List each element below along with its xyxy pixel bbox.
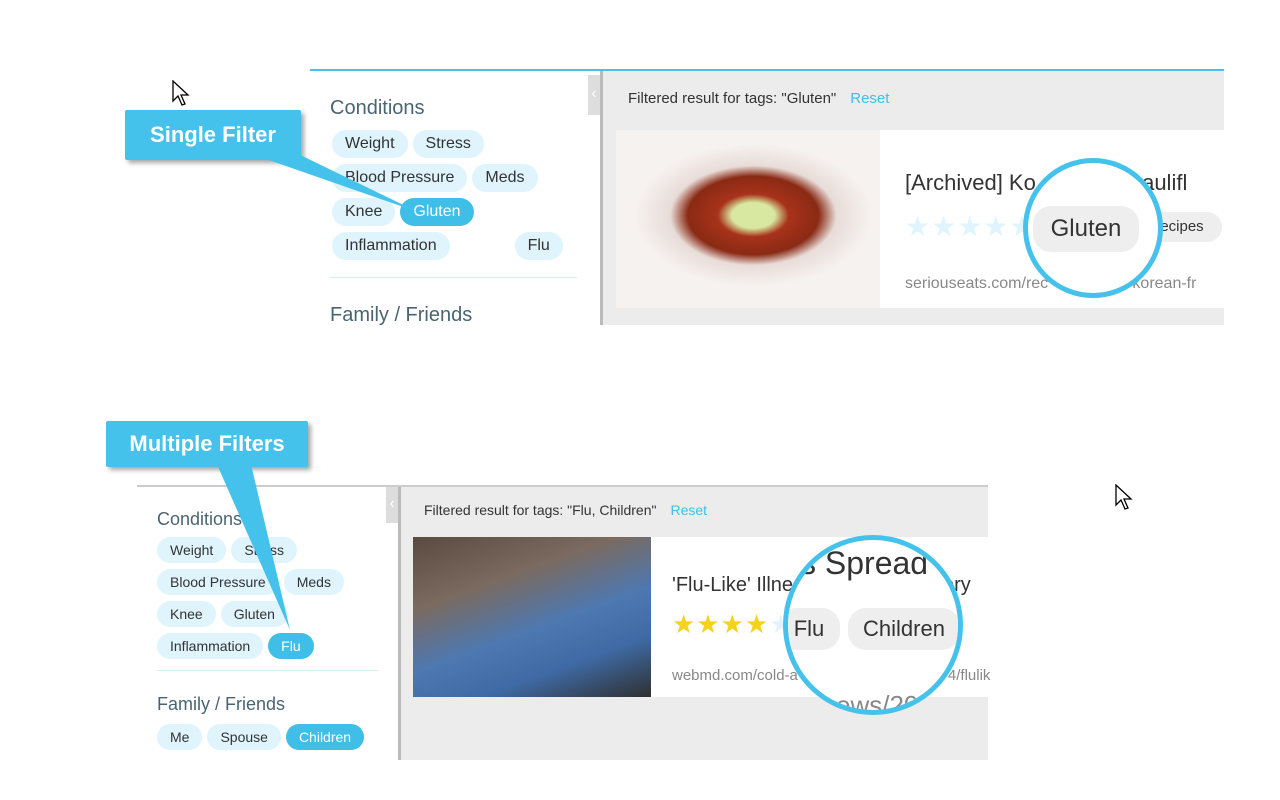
callout-pointer	[215, 460, 290, 630]
